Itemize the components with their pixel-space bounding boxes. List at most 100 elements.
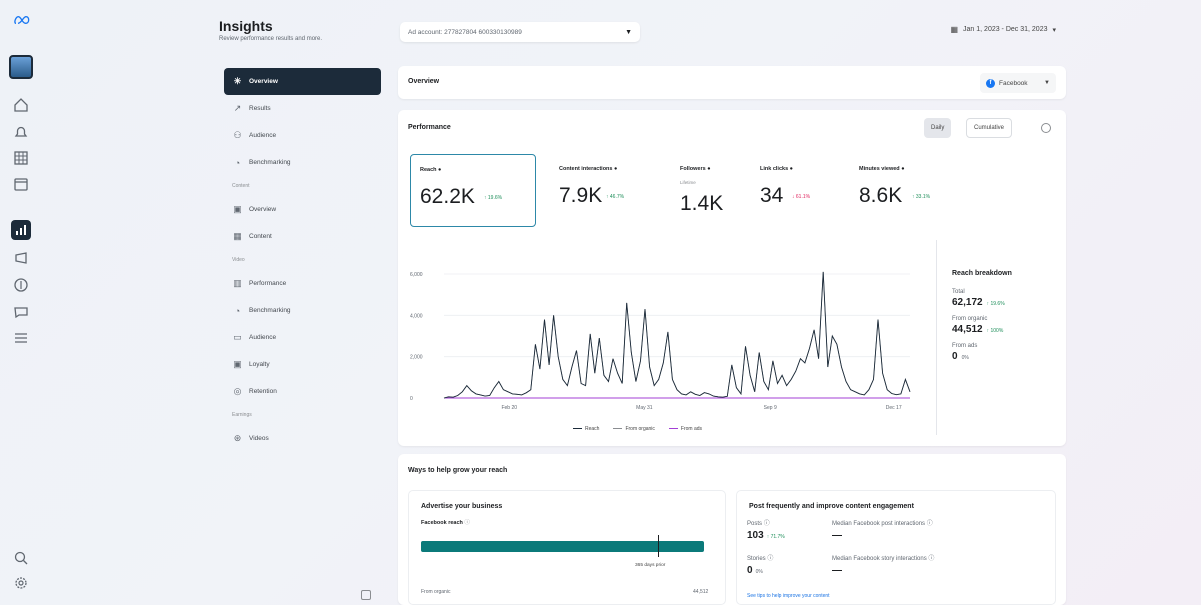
nav-item-overview[interactable]: ✳ Overview [224,68,381,95]
nav-section-earnings: Earnings [232,412,252,418]
post-frequently-card: Post frequently and improve content enga… [736,490,1056,605]
collapse-sidebar-icon[interactable] [361,590,371,600]
metric-content-interactions[interactable]: Content interactions ● 7.9K ↑ 46.7% [550,154,670,227]
x-tick-label: Sep 9 [764,405,777,411]
metric-minutes-viewed[interactable]: Minutes viewed ● 8.6K ↑ 33.1% [850,154,960,227]
search-icon[interactable] [11,548,31,568]
settings-gear-icon[interactable] [11,573,31,593]
ads-icon[interactable] [11,248,31,268]
info-icon[interactable]: ⓘ [464,520,470,526]
metric-change: ↑ 46.7% [606,194,625,200]
metric-sublabel: Lifetime [680,180,696,185]
cumulative-toggle[interactable]: Cumulative [966,118,1013,138]
left-rail [0,0,42,605]
x-tick-label: Dec 17 [886,405,902,411]
breakdown-ads-value: 0 [952,351,958,362]
performance-title: Performance [408,124,451,131]
home-icon[interactable] [11,95,31,115]
nav-label: Audience [249,132,277,139]
calendar-icon[interactable] [11,174,31,194]
nav-item-content[interactable]: ▦ Content [224,223,381,250]
nav-item-benchmarking[interactable]: ◔ Benchmarking [224,149,381,176]
grid-icon: ▦ [233,231,242,241]
stories-label: Stories [747,556,766,562]
info-icon: ● [438,167,442,173]
nav-label: Results [249,105,271,112]
x-tick-label: Feb 20 [501,405,517,411]
metric-followers[interactable]: Followers ● Lifetime 1.4K [671,154,749,227]
nav-item-audience[interactable]: ⚇ Audience [224,122,381,149]
notifications-icon[interactable] [11,122,31,142]
page-title: Insights [219,18,273,34]
audience-icon: ▭ [233,332,242,342]
info-icon[interactable] [1041,123,1051,133]
insights-icon[interactable] [11,220,31,240]
metric-link-clicks[interactable]: Link clicks ● 34 ↓ 61.1% [751,154,851,227]
nav-item-video-loyalty[interactable]: ▣ Loyalty [224,351,381,378]
organic-value: 44,512 [693,589,709,595]
menu-icon[interactable] [11,328,31,348]
reach-bar-fill [421,541,704,552]
avatar[interactable] [9,55,33,79]
monetization-icon[interactable] [11,275,31,295]
ways-to-grow-card: Ways to help grow your reach Advertise y… [398,454,1066,605]
nav-label: Performance [249,280,287,287]
insights-nav: ✳ Overview ↗ Results ⚇ Audience ◔ Benchm… [224,68,381,452]
nav-section-content: Content [232,183,250,189]
legend-reach: Reach [573,426,599,432]
platform-select[interactable]: f Facebook ▼ [980,73,1056,93]
info-icon[interactable]: ⓘ [927,521,933,527]
benchmark-icon: ◔ [234,157,241,168]
metric-label: Minutes viewed [859,166,900,172]
metric-value: 7.9K [559,184,603,207]
info-icon[interactable]: ⓘ [767,556,773,562]
divider [936,240,937,435]
posts-label: Posts [747,521,763,527]
grid-icon[interactable] [11,148,31,168]
metric-label: Reach [420,167,437,173]
nav-label: Content [249,233,272,240]
nav-item-content-overview[interactable]: ▣ Overview [224,196,381,223]
daily-toggle[interactable]: Daily [924,118,952,138]
tips-link[interactable]: See tips to help improve your content [747,593,830,599]
info-icon[interactable]: ⓘ [928,556,934,562]
nav-label: Videos [249,435,269,442]
breakdown-total-value: 62,172 [952,297,983,308]
nav-item-video-benchmarking[interactable]: ◔ Benchmarking [224,297,381,324]
advertise-title: Advertise your business [421,503,503,510]
date-range-picker[interactable]: ▦ Jan 1, 2023 - Dec 31, 2023 ▾ [950,25,1056,34]
info-icon: ● [901,166,905,172]
overview-title: Overview [408,78,440,85]
nav-label: Benchmarking [249,307,291,314]
breakdown-organic-change: ↑ 100% [986,328,1004,334]
nav-label: Overview [249,206,277,213]
dollar-icon: ⊛ [233,433,242,443]
ad-account-select[interactable]: Ad account: 277827804 600330130989 ▼ [400,22,640,42]
median-story-label: Median Facebook story interactions [832,556,927,562]
reach-breakdown: Reach breakdown Total 62,172 ↑ 19.6% From… [952,270,1062,370]
legend-ads: From ads [668,426,702,432]
meta-logo-icon[interactable] [11,10,33,30]
y-tick-label: 2,000 [410,355,423,361]
performance-icon: ▥ [233,278,242,288]
nav-item-video-performance[interactable]: ▥ Performance [224,270,381,297]
stories-change: 0% [755,569,763,575]
nav-item-video-audience[interactable]: ▭ Audience [224,324,381,351]
overview-header: Overview f Facebook ▼ [398,66,1066,99]
messages-icon[interactable] [11,302,31,322]
x-tick-label: May 31 [636,405,653,411]
loyalty-icon: ▣ [233,359,242,369]
prior-marker-label: 365 days prior [635,563,666,568]
metric-reach[interactable]: Reach ● 62.2K ↑ 19.6% [410,154,536,227]
nav-label: Audience [249,334,277,341]
post-frequently-title: Post frequently and improve content enga… [749,503,914,510]
nav-item-earnings-videos[interactable]: ⊛ Videos [224,425,381,452]
benchmark-icon: ◔ [234,305,241,316]
nav-item-video-retention[interactable]: ◎ Retention [224,378,381,405]
nav-label: Loyalty [249,361,270,368]
info-icon[interactable]: ⓘ [764,521,770,527]
nav-label: Benchmarking [249,159,291,166]
metric-change: ↑ 33.1% [912,194,931,200]
breakdown-organic-value: 44,512 [952,324,983,335]
nav-item-results[interactable]: ↗ Results [224,95,381,122]
